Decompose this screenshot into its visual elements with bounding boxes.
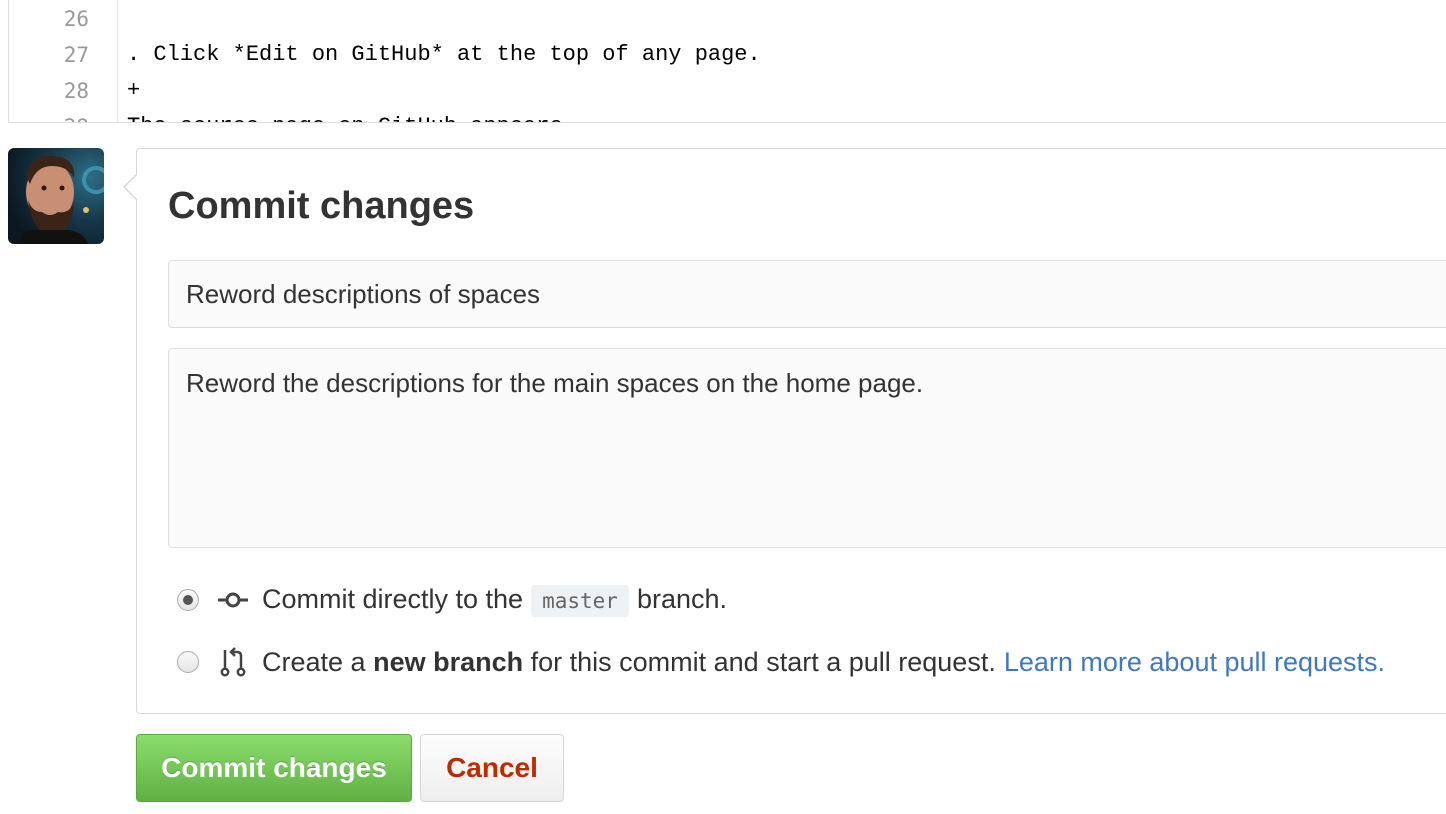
new-branch-bold: new branch [373, 646, 524, 677]
commit-direct-suffix: branch. [636, 583, 727, 614]
user-avatar-image [8, 148, 104, 244]
line-number: 28 [63, 79, 89, 103]
branch-name-badge: master [531, 584, 629, 617]
new-branch-suffix: for this commit and start a pull request… [530, 646, 996, 677]
git-pull-request-icon [220, 647, 246, 677]
line-code: The source page on GitHub appears. [127, 109, 576, 122]
code-line: 29 The source page on GitHub appears. [9, 109, 1446, 122]
commit-form: Commit changes Reword the descriptions f… [123, 148, 1446, 714]
commit-changes-button[interactable]: Commit changes [136, 734, 412, 802]
learn-more-pull-requests-link[interactable]: Learn more about pull requests. [1004, 647, 1385, 677]
code-line: 27 . Click *Edit on GitHub* at the top o… [9, 37, 1446, 73]
new-branch-radio[interactable] [177, 651, 199, 673]
commit-direct-prefix: Commit directly to the [262, 583, 524, 614]
code-editor[interactable]: 26 27 . Click *Edit on GitHub* at the to… [8, 0, 1446, 123]
commit-title: Commit changes [168, 185, 475, 227]
new-branch-option[interactable]: Create a new branch for this commit and … [177, 642, 1385, 682]
new-branch-prefix: Create a [262, 646, 366, 677]
commit-summary-input[interactable] [168, 260, 1446, 328]
line-number: 29 [9, 109, 89, 122]
line-number: 27 [63, 43, 89, 67]
commit-direct-option[interactable]: Commit directly to the master branch. [177, 580, 727, 620]
commit-description-textarea[interactable]: Reword the descriptions for the main spa… [168, 348, 1446, 548]
commit-direct-label: Commit directly to the master branch. [262, 584, 727, 617]
line-number: 26 [63, 7, 89, 31]
cancel-button[interactable]: Cancel [420, 734, 564, 802]
line-code: + [127, 78, 141, 103]
line-code: . Click *Edit on GitHub* at the top of a… [127, 42, 761, 67]
speech-arrow-fill [125, 174, 138, 200]
git-commit-icon [218, 592, 248, 608]
code-line: 26 [9, 1, 1446, 37]
commit-direct-radio[interactable] [177, 589, 199, 611]
code-line: 28 + [9, 73, 1446, 109]
new-branch-label: Create a new branch for this commit and … [262, 647, 1385, 678]
avatar [8, 148, 104, 244]
